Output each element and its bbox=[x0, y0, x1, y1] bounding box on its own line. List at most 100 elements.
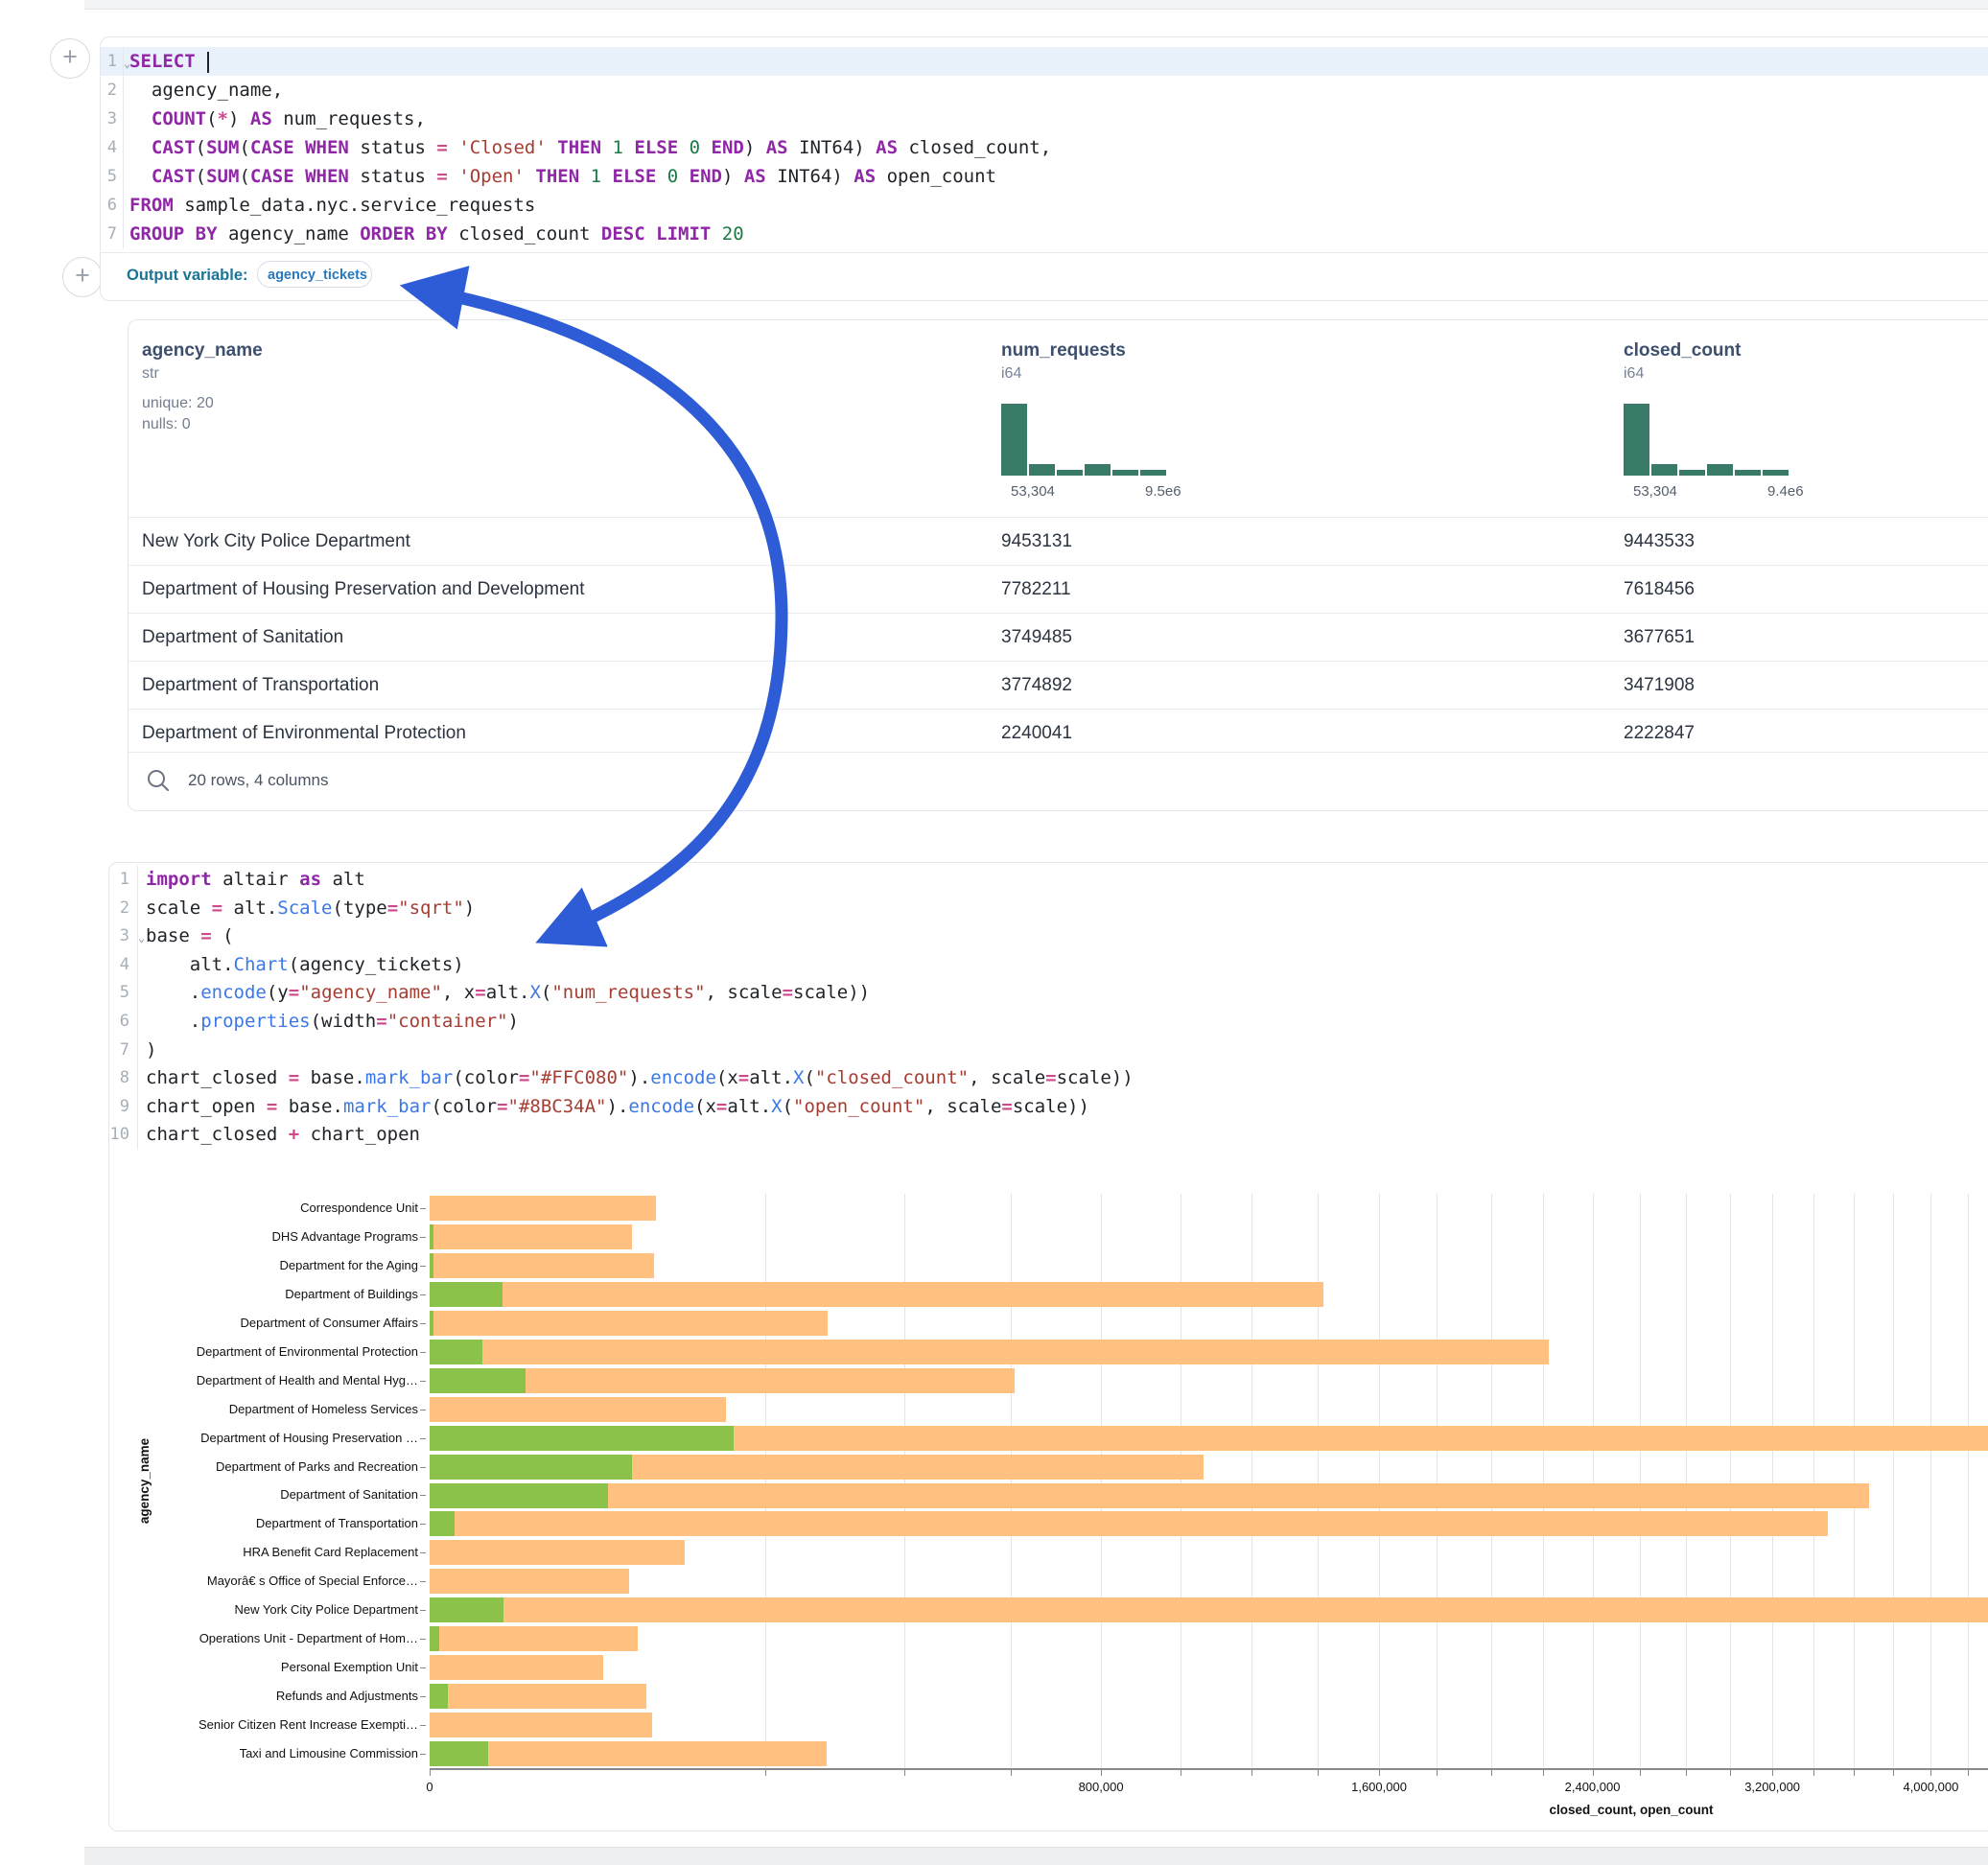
bar-open-count[interactable] bbox=[430, 1626, 439, 1651]
add-cell-button[interactable]: + bbox=[50, 38, 90, 79]
gridline bbox=[1011, 1194, 1012, 1768]
bar-closed-count[interactable] bbox=[430, 1684, 646, 1709]
line-number: 4 bbox=[101, 133, 124, 162]
code-line[interactable]: 2 agency_name, bbox=[101, 76, 1988, 105]
code-text: alt.Chart(agency_tickets) bbox=[146, 954, 464, 975]
x-axis-tick bbox=[1491, 1770, 1492, 1776]
bar-open-count[interactable] bbox=[430, 1311, 433, 1336]
gridline bbox=[1379, 1194, 1380, 1768]
code-line[interactable]: 6 .properties(width="container") bbox=[109, 1008, 1988, 1037]
y-axis-tick bbox=[420, 1610, 426, 1611]
bar-closed-count[interactable] bbox=[430, 1569, 629, 1594]
code-line[interactable]: 1⌄SELECT bbox=[101, 47, 1988, 76]
code-line[interactable]: 3⌄base = ( bbox=[109, 922, 1988, 951]
line-number: 2 bbox=[101, 76, 124, 105]
bar-closed-count[interactable] bbox=[430, 1224, 632, 1249]
bar-closed-count[interactable] bbox=[430, 1713, 652, 1737]
y-axis-label: Senior Citizen Rent Increase Exempti… bbox=[109, 1717, 418, 1732]
column-type: i64 bbox=[1001, 365, 1021, 383]
code-line[interactable]: 3 COUNT(*) AS num_requests, bbox=[101, 105, 1988, 133]
bar-closed-count[interactable] bbox=[430, 1253, 654, 1278]
python-cell: 1import altair as alt2scale = alt.Scale(… bbox=[108, 862, 1988, 1831]
column-type: i64 bbox=[1624, 365, 1644, 383]
code-line[interactable]: 4 CAST(SUM(CASE WHEN status = 'Closed' T… bbox=[101, 133, 1988, 162]
line-number: 3⌄ bbox=[109, 922, 138, 951]
code-line[interactable]: 1import altair as alt bbox=[109, 866, 1988, 895]
table-row[interactable]: Department of Sanitation37494853677651 bbox=[129, 613, 1988, 661]
bar-open-count[interactable] bbox=[430, 1597, 503, 1622]
y-axis-title: agency_name bbox=[137, 1437, 152, 1523]
y-axis-tick bbox=[420, 1323, 426, 1324]
code-line[interactable]: 2scale = alt.Scale(type="sqrt") bbox=[109, 895, 1988, 923]
bar-closed-count[interactable] bbox=[430, 1311, 828, 1336]
table-row[interactable]: Department of Transportation377489234719… bbox=[129, 661, 1988, 709]
table-row[interactable]: Department of Housing Preservation and D… bbox=[129, 565, 1988, 613]
python-code-editor[interactable]: 1import altair as alt2scale = alt.Scale(… bbox=[109, 866, 1988, 1150]
code-text: ) bbox=[146, 1039, 156, 1061]
bar-closed-count[interactable] bbox=[430, 1655, 603, 1680]
x-axis-tick bbox=[1543, 1770, 1544, 1776]
add-cell-button[interactable]: + bbox=[62, 257, 103, 297]
y-axis-label: Personal Exemption Unit bbox=[109, 1660, 418, 1674]
code-line[interactable]: 7) bbox=[109, 1037, 1988, 1065]
code-line[interactable]: 7GROUP BY agency_name ORDER BY closed_co… bbox=[101, 220, 1988, 248]
bar-open-count[interactable] bbox=[430, 1684, 448, 1709]
y-axis-label: Department of Homeless Services bbox=[109, 1402, 418, 1416]
table-row[interactable]: New York City Police Department945313194… bbox=[129, 517, 1988, 565]
code-line[interactable]: 5 .encode(y="agency_name", x=alt.X("num_… bbox=[109, 979, 1988, 1008]
bar-open-count[interactable] bbox=[430, 1340, 482, 1364]
line-number: 2 bbox=[109, 895, 138, 923]
bar-open-count[interactable] bbox=[430, 1282, 503, 1307]
table-row[interactable]: Department of Environmental Protection22… bbox=[129, 709, 1988, 757]
code-line[interactable]: 6FROM sample_data.nyc.service_requests bbox=[101, 191, 1988, 220]
bar-closed-count[interactable] bbox=[430, 1196, 656, 1221]
bar-open-count[interactable] bbox=[430, 1253, 433, 1278]
bar-closed-count[interactable] bbox=[430, 1426, 1988, 1451]
gridline bbox=[1893, 1194, 1894, 1768]
bar-closed-count[interactable] bbox=[430, 1282, 1323, 1307]
bar-closed-count[interactable] bbox=[430, 1626, 638, 1651]
x-axis-tick bbox=[1011, 1770, 1012, 1776]
histogram-bar bbox=[1029, 464, 1055, 476]
sql-code-editor[interactable]: 1⌄SELECT 2 agency_name,3 COUNT(*) AS num… bbox=[101, 47, 1988, 248]
fold-chevron-icon[interactable]: ⌄ bbox=[124, 49, 130, 78]
bar-closed-count[interactable] bbox=[430, 1397, 726, 1422]
line-number: 6 bbox=[109, 1008, 138, 1037]
table-cell: 7782211 bbox=[1001, 566, 1071, 613]
bar-closed-count[interactable] bbox=[430, 1540, 685, 1565]
code-line[interactable]: 4 alt.Chart(agency_tickets) bbox=[109, 951, 1988, 980]
search-icon[interactable] bbox=[146, 768, 171, 793]
y-axis-label: Department of Health and Mental Hyg… bbox=[109, 1373, 418, 1387]
fold-chevron-icon[interactable]: ⌄ bbox=[138, 924, 145, 953]
bar-open-count[interactable] bbox=[430, 1368, 526, 1393]
bar-closed-count[interactable] bbox=[430, 1597, 1988, 1622]
column-name: closed_count bbox=[1624, 340, 1741, 361]
bar-open-count[interactable] bbox=[430, 1511, 455, 1536]
gridline bbox=[1772, 1194, 1773, 1768]
code-line[interactable]: 5 CAST(SUM(CASE WHEN status = 'Open' THE… bbox=[101, 162, 1988, 191]
column-type: str bbox=[142, 365, 159, 383]
bar-closed-count[interactable] bbox=[430, 1511, 1828, 1536]
x-axis-tick-label: 0 bbox=[426, 1780, 433, 1794]
bar-open-count[interactable] bbox=[430, 1455, 632, 1480]
y-axis-tick bbox=[420, 1552, 426, 1553]
gridline bbox=[1318, 1194, 1319, 1768]
x-axis-tick bbox=[1101, 1770, 1102, 1776]
code-line[interactable]: 10chart_closed + chart_open bbox=[109, 1121, 1988, 1150]
bar-open-count[interactable] bbox=[430, 1426, 734, 1451]
code-text: import altair as alt bbox=[146, 869, 365, 890]
bar-closed-count[interactable] bbox=[430, 1455, 1204, 1480]
bar-closed-count[interactable] bbox=[430, 1340, 1549, 1364]
sql-cell: 1⌄SELECT 2 agency_name,3 COUNT(*) AS num… bbox=[100, 36, 1988, 301]
x-axis-tick-label: 800,000 bbox=[1079, 1780, 1124, 1794]
x-axis-tick-label: 1,600,000 bbox=[1351, 1780, 1407, 1794]
output-variable-badge[interactable]: agency_tickets bbox=[257, 261, 372, 288]
bar-open-count[interactable] bbox=[430, 1741, 488, 1766]
bar-closed-count[interactable] bbox=[430, 1483, 1869, 1508]
code-line[interactable]: 8chart_closed = base.mark_bar(color="#FF… bbox=[109, 1064, 1988, 1093]
bar-closed-count[interactable] bbox=[430, 1368, 1015, 1393]
bar-open-count[interactable] bbox=[430, 1224, 433, 1249]
bar-open-count[interactable] bbox=[430, 1483, 608, 1508]
bar-closed-count[interactable] bbox=[430, 1741, 827, 1766]
code-line[interactable]: 9chart_open = base.mark_bar(color="#8BC3… bbox=[109, 1093, 1988, 1122]
